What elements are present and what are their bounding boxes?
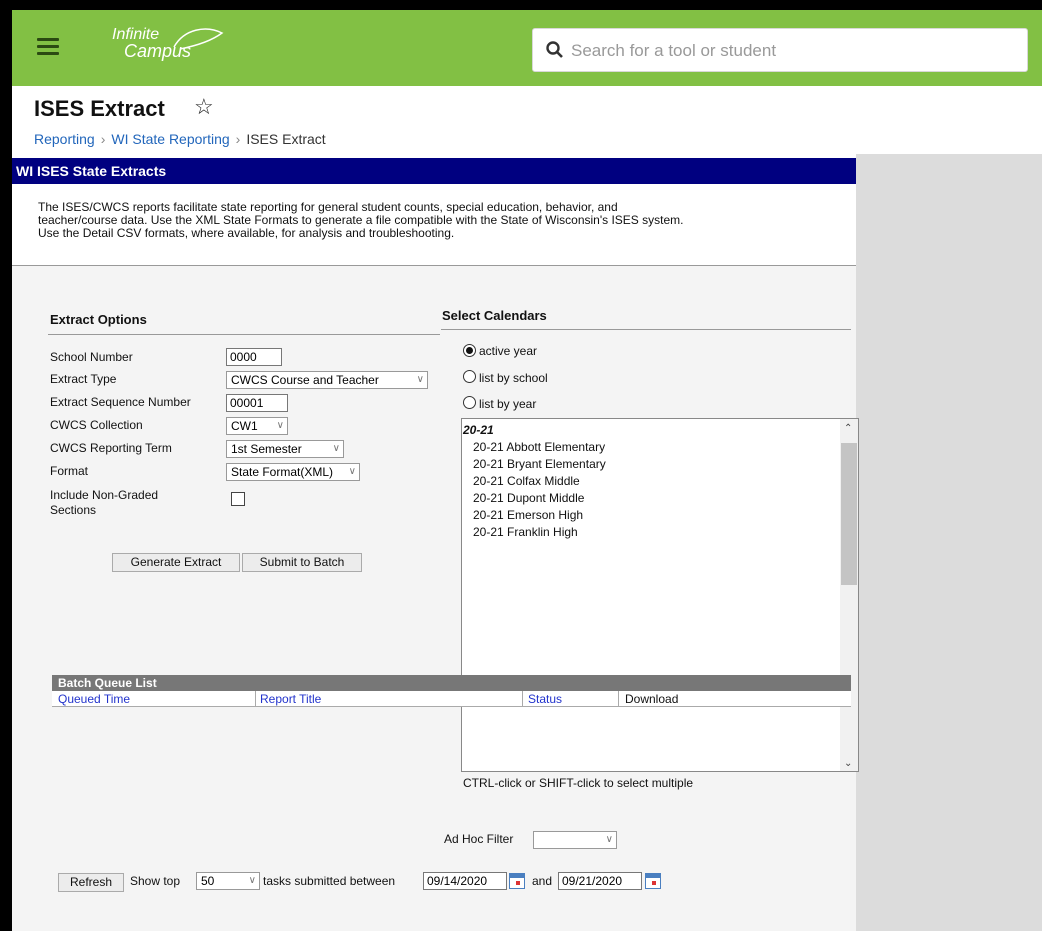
breadcrumb-wi-state-reporting[interactable]: WI State Reporting — [111, 131, 229, 147]
list-item[interactable]: 20-21 Dupont Middle — [473, 491, 584, 505]
ad-hoc-filter-label: Ad Hoc Filter — [444, 832, 514, 846]
col-report-title[interactable]: Report Title — [260, 692, 321, 706]
chevron-down-icon: ∨ — [332, 443, 340, 454]
tasks-between-label: tasks submitted between — [263, 874, 396, 888]
chevron-down-icon: ∨ — [276, 420, 284, 431]
calendar-listbox[interactable]: 20-21 20-21 Abbott Elementary 20-21 Brya… — [461, 418, 859, 772]
ad-hoc-filter-select[interactable]: ∨ — [533, 831, 617, 849]
search-box[interactable] — [532, 28, 1028, 73]
breadcrumb: Reporting › WI State Reporting › ISES Extrac… — [34, 131, 326, 147]
list-by-school-radio[interactable] — [463, 370, 476, 383]
divider — [48, 334, 440, 335]
list-item[interactable]: 20-21 Emerson High — [473, 508, 583, 522]
multi-select-hint: CTRL-click or SHIFT-click to select mult… — [463, 776, 694, 790]
listbox-scrollbar[interactable]: ⌃ ⌄ — [840, 419, 858, 771]
list-item[interactable]: 20-21 Abbott Elementary — [473, 440, 605, 454]
nongraded-label-2: Sections — [50, 503, 97, 517]
chevron-down-icon: ∨ — [248, 875, 256, 886]
page-title: ISES Extract — [34, 96, 165, 121]
list-item[interactable]: 20-21 Colfax Middle — [473, 474, 580, 488]
logo-swoosh-icon — [173, 28, 224, 50]
year-group-label: 20-21 — [463, 423, 494, 437]
nongraded-label: Include Non-Graded — [50, 488, 159, 502]
breadcrumb-current: ISES Extract — [246, 131, 326, 147]
divider — [618, 691, 619, 706]
panel-description: The ISES/CWCS reports facilitate state r… — [38, 200, 684, 240]
search-input[interactable] — [569, 29, 1013, 73]
divider — [255, 691, 256, 706]
list-by-year-radio[interactable] — [463, 396, 476, 409]
chevron-right-icon: › — [235, 131, 241, 147]
active-year-radio[interactable] — [463, 344, 476, 357]
sequence-input[interactable] — [226, 394, 288, 412]
batch-queue-list: Batch Queue List Queued Time Report Titl… — [52, 675, 851, 707]
show-top-label: Show top — [130, 874, 181, 888]
active-year-label: active year — [479, 344, 538, 358]
extract-options-title: Extract Options — [50, 312, 147, 327]
format-select[interactable]: State Format(XML) ∨ — [226, 463, 360, 481]
side-gutter — [856, 154, 1042, 931]
chevron-right-icon: › — [100, 131, 106, 147]
logo[interactable]: Infinite Campus — [112, 26, 224, 60]
extract-type-select[interactable]: CWCS Course and Teacher ∨ — [226, 371, 428, 389]
favorite-star-icon[interactable]: ☆ — [194, 94, 214, 120]
extract-type-label: Extract Type — [50, 372, 117, 386]
list-by-school-label: list by school — [479, 371, 548, 385]
end-date-input[interactable] — [558, 872, 642, 890]
term-label: CWCS Reporting Term — [50, 441, 172, 455]
term-select[interactable]: 1st Semester ∨ — [226, 440, 344, 458]
top-bar: Infinite Campus — [12, 10, 1042, 86]
menu-icon[interactable] — [37, 38, 59, 56]
select-calendars-title: Select Calendars — [442, 308, 547, 323]
title-area: ISES Extract ☆ Reporting › WI State Report… — [12, 86, 1042, 154]
divider — [441, 329, 851, 330]
school-number-label: School Number — [50, 350, 133, 364]
divider — [522, 691, 523, 706]
collection-label: CWCS Collection — [50, 418, 143, 432]
format-label: Format — [50, 464, 89, 478]
panel-header: WI ISES State Extracts — [12, 158, 856, 184]
batch-queue-title: Batch Queue List — [52, 675, 851, 691]
col-download: Download — [625, 692, 679, 706]
col-queued-time[interactable]: Queued Time — [58, 692, 130, 706]
batch-queue-header: Queued Time Report Title Status Download — [52, 691, 851, 707]
scrollbar-thumb[interactable] — [841, 443, 857, 585]
search-icon — [546, 41, 563, 58]
start-date-input[interactable] — [423, 872, 507, 890]
nongraded-checkbox[interactable] — [231, 492, 245, 506]
chevron-down-icon: ∨ — [348, 466, 356, 477]
breadcrumb-reporting[interactable]: Reporting — [34, 131, 95, 147]
refresh-button[interactable]: Refresh — [58, 873, 124, 892]
app-window: Infinite Campus ISES Extract ☆ Reporting… — [12, 10, 1042, 931]
show-top-select[interactable]: 50 ∨ — [196, 872, 260, 890]
calendar-icon[interactable] — [645, 873, 661, 889]
calendar-icon[interactable] — [509, 873, 525, 889]
list-by-year-label: list by year — [479, 397, 537, 411]
sequence-label: Extract Sequence Number — [50, 395, 191, 409]
submit-to-batch-button[interactable]: Submit to Batch — [242, 553, 362, 572]
chevron-up-icon[interactable]: ⌃ — [844, 423, 852, 434]
chevron-down-icon[interactable]: ⌄ — [844, 758, 852, 769]
list-item[interactable]: 20-21 Bryant Elementary — [473, 457, 606, 471]
collection-select[interactable]: CW1 ∨ — [226, 417, 288, 435]
chevron-down-icon: ∨ — [605, 834, 613, 845]
school-number-input[interactable] — [226, 348, 282, 366]
and-label: and — [532, 874, 553, 888]
generate-extract-button[interactable]: Generate Extract — [112, 553, 240, 572]
list-item[interactable]: 20-21 Franklin High — [473, 525, 578, 539]
chevron-down-icon: ∨ — [416, 374, 424, 385]
col-status[interactable]: Status — [528, 692, 562, 706]
